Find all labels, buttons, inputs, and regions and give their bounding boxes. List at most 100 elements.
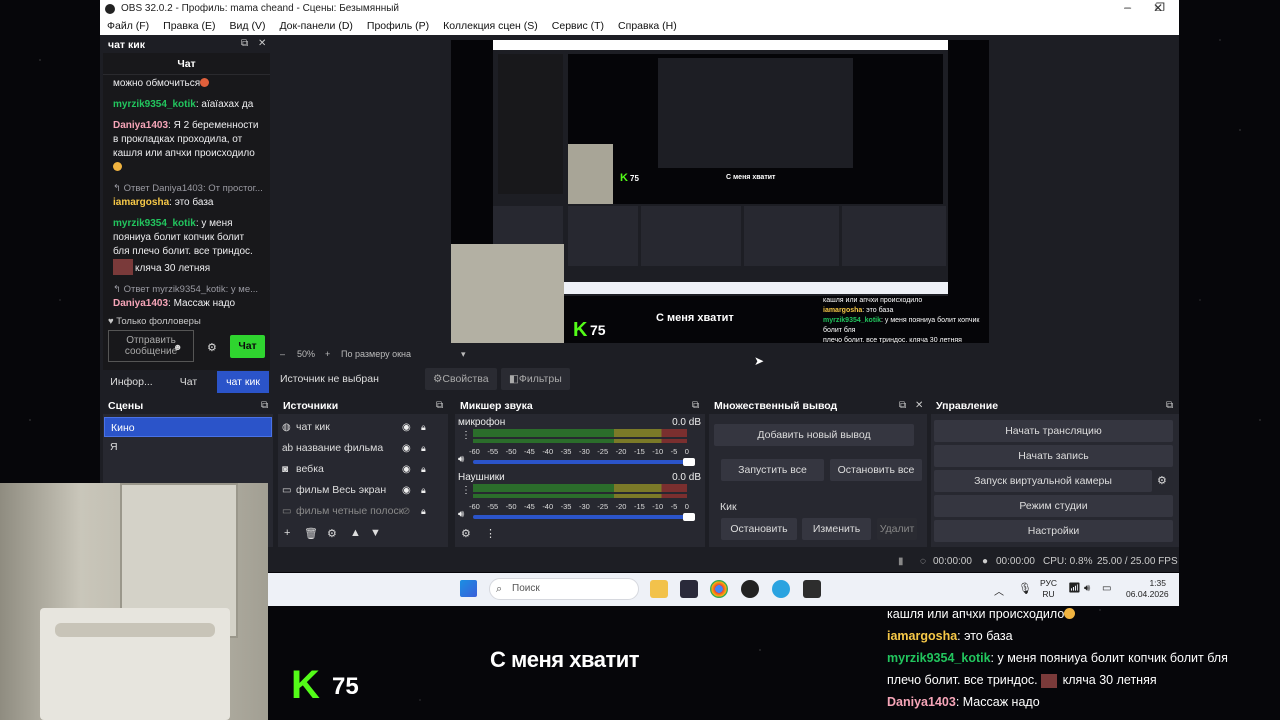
lock-icon[interactable]: 🔒︎: [421, 438, 426, 459]
language-indicator[interactable]: РУС RU: [1040, 578, 1057, 600]
start-all-button[interactable]: Запустить все: [721, 459, 824, 481]
undock-icon[interactable]: ⧉: [1166, 398, 1173, 414]
trash-icon[interactable]: 🗑︎: [304, 527, 318, 540]
start-virtual-camera-button[interactable]: Запуск виртуальной камеры: [934, 470, 1152, 492]
minimize-icon[interactable]: –: [1113, 0, 1143, 17]
volume-slider[interactable]: [473, 513, 695, 521]
volume-meter: [473, 484, 687, 492]
lock-icon[interactable]: 🔒︎: [421, 480, 426, 501]
start-streaming-button[interactable]: Начать трансляцию: [934, 420, 1173, 442]
more-icon[interactable]: ⋮: [485, 527, 496, 540]
source-item[interactable]: ▭ фильм четные полоск ⊘ 🔒︎: [278, 501, 448, 522]
microphone-icon[interactable]: 🎙︎: [1018, 582, 1032, 595]
undock-icon[interactable]: ⧉: [899, 398, 906, 414]
start-recording-button[interactable]: Начать запись: [934, 445, 1173, 467]
eye-icon[interactable]: ◉: [402, 417, 411, 438]
more-icon[interactable]: ⋮: [461, 485, 471, 496]
gear-icon[interactable]: ⚙: [327, 527, 337, 540]
advanced-audio-icon[interactable]: ⚙: [461, 527, 471, 540]
terminal-icon[interactable]: [803, 580, 821, 598]
move-up-icon[interactable]: ▲: [350, 527, 361, 539]
zoom-in-icon[interactable]: +: [325, 349, 330, 359]
source-item[interactable]: ab название фильма ◉ 🔒︎: [278, 438, 448, 459]
emoji-icon: [1064, 608, 1076, 619]
scenes-title: Сцены: [108, 400, 144, 412]
emoji-icon: [113, 162, 122, 171]
wifi-icon[interactable]: 📶︎: [1068, 583, 1081, 594]
virtual-camera-settings-icon[interactable]: ⚙: [1157, 474, 1167, 487]
obs-app-icon[interactable]: [741, 580, 759, 598]
preview-canvas[interactable]: K 75 С меня хватит K 75 С меня хватит ка…: [451, 40, 989, 343]
undock-icon[interactable]: ⧉: [241, 38, 248, 49]
menu-docks[interactable]: Док-панели (D): [279, 20, 352, 32]
undock-icon[interactable]: ⧉: [436, 398, 443, 414]
source-item[interactable]: ◍ чат кик ◉ 🔒︎: [278, 417, 448, 438]
menu-profile[interactable]: Профиль (P): [367, 20, 429, 32]
menu-edit[interactable]: Правка (E): [163, 20, 215, 32]
overlay-chat-line: iamargosha: это база: [887, 629, 1013, 643]
close-dock-icon[interactable]: ✕: [258, 38, 266, 49]
battery-icon[interactable]: ▭: [1102, 583, 1111, 594]
zoom-out-icon[interactable]: –: [280, 349, 285, 359]
properties-button[interactable]: ⚙Свойства: [425, 368, 497, 390]
stop-output-button[interactable]: Остановить: [721, 518, 797, 540]
undock-icon[interactable]: ⧉: [261, 398, 268, 414]
more-icon[interactable]: ⋮: [461, 430, 471, 441]
menu-scene-collection[interactable]: Коллекция сцен (S): [443, 20, 538, 32]
volume-slider[interactable]: [473, 458, 695, 466]
edit-output-button[interactable]: Изменить: [802, 518, 871, 540]
output-target-label: Кик: [720, 501, 737, 513]
chrome-icon[interactable]: [710, 580, 728, 598]
stop-all-button[interactable]: Остановить все: [830, 459, 922, 481]
close-dock-icon[interactable]: ✕: [915, 398, 923, 414]
undock-icon[interactable]: ⧉: [692, 398, 699, 414]
eye-hidden-icon[interactable]: ⊘: [402, 501, 410, 522]
volume-icon[interactable]: 🔊︎: [1084, 583, 1090, 594]
meter-scale: -60 -55 -50 -45 -40 -35 -30 -25 -20 -15 -10 -5 0: [469, 447, 689, 456]
tab-chat[interactable]: Чат: [160, 371, 217, 393]
chat-settings-icon[interactable]: ⚙: [207, 341, 217, 354]
chat-messages: можно обмочиться myrzik9354_kotik: аïаïа…: [103, 75, 270, 311]
zoom-fit-select[interactable]: По размеру окна: [341, 349, 411, 359]
source-item[interactable]: ▭ фильм Весь экран ◉ 🔒︎: [278, 480, 448, 501]
eye-icon[interactable]: ◉: [402, 459, 411, 480]
studio-mode-button[interactable]: Режим студии: [934, 495, 1173, 517]
filters-button[interactable]: ◧Фильтры: [501, 368, 570, 390]
menu-tools[interactable]: Сервис (T): [552, 20, 604, 32]
menu-file[interactable]: Файл (F): [107, 20, 149, 32]
scene-item[interactable]: Я: [104, 437, 272, 457]
move-down-icon[interactable]: ▼: [370, 527, 381, 539]
lock-icon[interactable]: 🔒︎: [421, 459, 426, 480]
speaker-icon[interactable]: 🔊︎: [458, 454, 464, 465]
clock[interactable]: 1:35 06.04.2026: [1126, 578, 1169, 600]
add-output-button[interactable]: Добавить новый вывод: [714, 424, 914, 446]
mixer-toolbar: ⚙ ⋮: [455, 525, 705, 543]
lock-icon[interactable]: 🔒︎: [421, 417, 426, 438]
taskbar-search[interactable]: ⌕ Поиск: [489, 578, 639, 600]
telegram-icon[interactable]: [772, 580, 790, 598]
eye-icon[interactable]: ◉: [402, 438, 411, 459]
zoom-bar: – 50% + По размеру окна ▾: [275, 348, 1165, 362]
scene-item[interactable]: Кино: [104, 417, 272, 437]
source-item[interactable]: ◙ вебка ◉ 🔒︎: [278, 459, 448, 480]
tray-expand-icon[interactable]: ︿: [994, 583, 1004, 598]
title-bar: OBS 32.0.2 - Профиль: mama cheand - Сцен…: [100, 0, 1179, 17]
settings-button[interactable]: Настройки: [934, 520, 1173, 542]
close-window-icon[interactable]: ✕: [1153, 1, 1163, 15]
chevron-down-icon[interactable]: ▾: [461, 349, 466, 360]
file-explorer-icon[interactable]: [650, 580, 668, 598]
emoji-picker-icon[interactable]: ☻: [173, 342, 182, 352]
tab-info[interactable]: Инфор...: [103, 371, 160, 393]
add-source-icon[interactable]: +: [284, 527, 290, 539]
tab-kick-chat[interactable]: чат кик: [217, 371, 269, 393]
speaker-icon[interactable]: 🔊︎: [458, 509, 464, 520]
globe-icon: ◍: [282, 422, 291, 433]
delete-output-button[interactable]: Удалит: [877, 518, 917, 540]
menu-view[interactable]: Вид (V): [230, 20, 266, 32]
app-icon[interactable]: [680, 580, 698, 598]
eye-icon[interactable]: ◉: [402, 480, 411, 501]
chat-send-button[interactable]: Чат: [230, 335, 265, 358]
menu-help[interactable]: Справка (H): [618, 20, 677, 32]
lock-icon[interactable]: 🔒︎: [421, 501, 426, 522]
windows-start-icon[interactable]: [460, 580, 477, 597]
